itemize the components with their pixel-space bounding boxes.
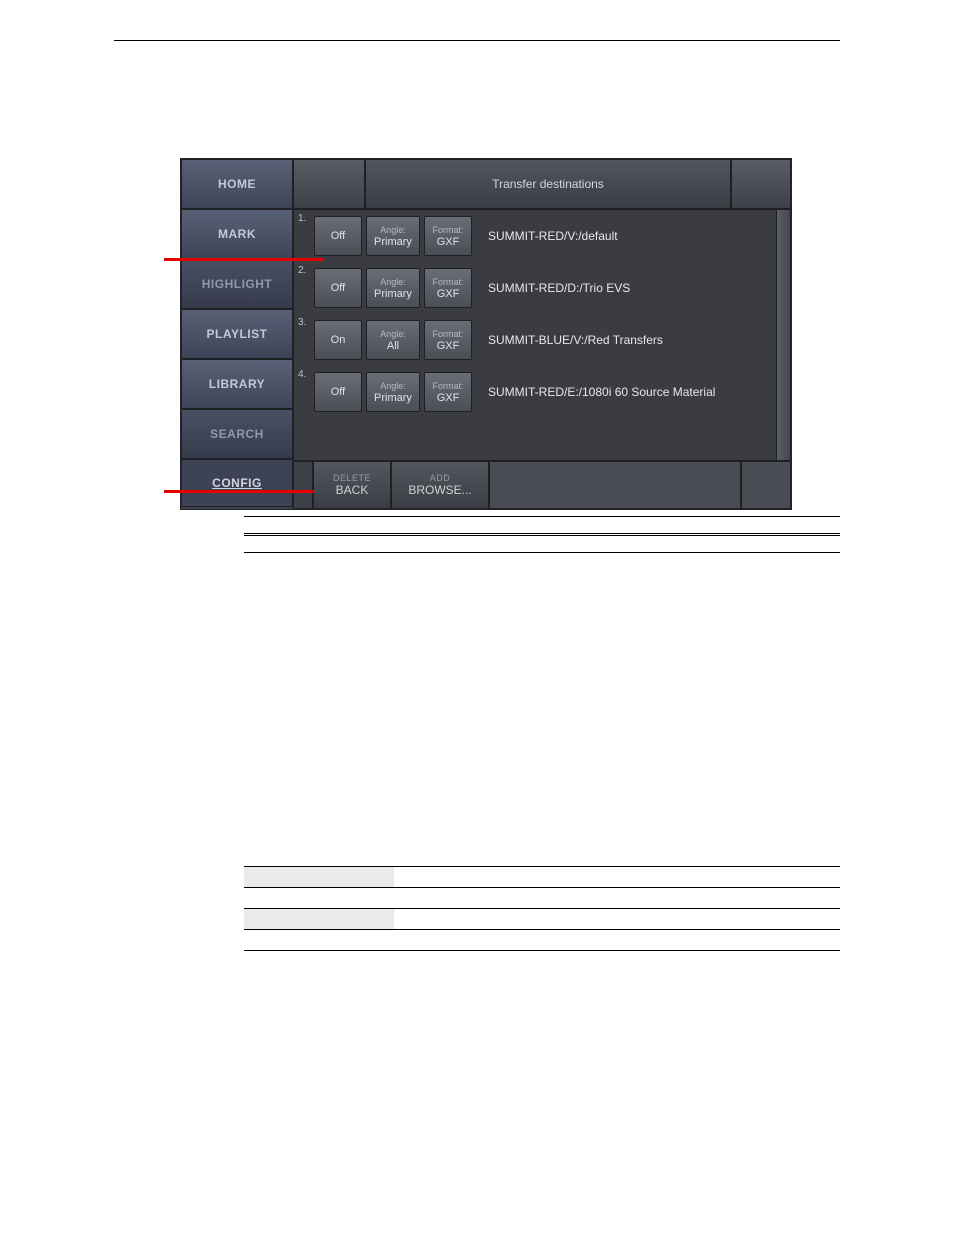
app-window: HOME MARK HIGHLIGHT PLAYLIST LIBRARY SEA… xyxy=(180,158,792,510)
table-row xyxy=(244,909,840,930)
destination-row: 2. Off Angle:Primary Format:GXF SUMMIT-R… xyxy=(294,262,790,314)
sidebar-item-mark[interactable]: MARK xyxy=(181,209,293,259)
format-select[interactable]: Format:GXF xyxy=(424,320,472,360)
footer: DELETE BACK ADD BROWSE... xyxy=(293,461,791,509)
table-header xyxy=(394,517,840,535)
sidebar-item-playlist[interactable]: PLAYLIST xyxy=(181,309,293,359)
table-row xyxy=(244,930,840,951)
table-cell xyxy=(394,930,840,951)
table-cell xyxy=(394,553,840,867)
table-header xyxy=(394,535,840,553)
annotation-line xyxy=(164,490,314,493)
angle-select[interactable]: Angle:Primary xyxy=(366,268,420,308)
row-number: 2. xyxy=(294,262,312,314)
angle-label: Angle: xyxy=(380,225,406,235)
table-header-row-2 xyxy=(244,535,840,553)
scrollbar[interactable] xyxy=(776,210,790,460)
toggle-onoff[interactable]: Off xyxy=(314,268,362,308)
sidebar-item-config[interactable]: CONFIG xyxy=(181,459,293,507)
delete-label-big: BACK xyxy=(336,483,369,497)
toggle-onoff[interactable]: Off xyxy=(314,372,362,412)
table-cell xyxy=(244,930,394,951)
onoff-value: Off xyxy=(331,282,345,294)
format-select[interactable]: Format:GXF xyxy=(424,372,472,412)
destination-path: SUMMIT-RED/D:/Trio EVS xyxy=(474,262,790,314)
table-cell xyxy=(394,867,840,888)
footer-spacer xyxy=(293,461,313,509)
doc-table xyxy=(244,516,840,951)
destination-row: 3. On Angle:All Format:GXF SUMMIT-BLUE/V… xyxy=(294,314,790,366)
format-select[interactable]: Format:GXF xyxy=(424,216,472,256)
table-row xyxy=(244,553,840,867)
angle-value: All xyxy=(387,340,399,352)
angle-label: Angle: xyxy=(380,277,406,287)
onoff-value: Off xyxy=(331,230,345,242)
sidebar-item-library[interactable]: LIBRARY xyxy=(181,359,293,409)
format-select[interactable]: Format:GXF xyxy=(424,268,472,308)
delete-back-button[interactable]: DELETE BACK xyxy=(313,461,391,509)
toggle-onoff[interactable]: Off xyxy=(314,216,362,256)
format-value: GXF xyxy=(437,236,460,248)
table-cell xyxy=(244,888,394,909)
table-row xyxy=(244,888,840,909)
format-label: Format: xyxy=(432,277,463,287)
titlebar-spacer-right xyxy=(731,159,791,209)
angle-select[interactable]: Angle:Primary xyxy=(366,216,420,256)
angle-label: Angle: xyxy=(380,381,406,391)
add-label-small: ADD xyxy=(430,473,451,483)
angle-value: Primary xyxy=(374,392,412,404)
destination-row: 4. Off Angle:Primary Format:GXF SUMMIT-R… xyxy=(294,366,790,418)
angle-label: Angle: xyxy=(380,329,406,339)
page-title: Transfer destinations xyxy=(365,159,731,209)
add-browse-button[interactable]: ADD BROWSE... xyxy=(391,461,489,509)
format-label: Format: xyxy=(432,381,463,391)
format-value: GXF xyxy=(437,340,460,352)
destination-row: 1. Off Angle:Primary Format:GXF SUMMIT-R… xyxy=(294,210,790,262)
footer-end xyxy=(741,461,791,509)
table-cell xyxy=(394,888,840,909)
angle-select[interactable]: Angle:Primary xyxy=(366,372,420,412)
angle-value: Primary xyxy=(374,288,412,300)
table-row xyxy=(244,867,840,888)
onoff-value: Off xyxy=(331,386,345,398)
sidebar-item-search[interactable]: SEARCH xyxy=(181,409,293,459)
table-cell xyxy=(244,867,394,888)
row-number: 1. xyxy=(294,210,312,262)
footer-rest xyxy=(489,461,741,509)
table-cell xyxy=(394,909,840,930)
sidebar-item-highlight[interactable]: HIGHLIGHT xyxy=(181,259,293,309)
add-label-big: BROWSE... xyxy=(408,483,471,497)
format-label: Format: xyxy=(432,225,463,235)
sidebar-item-home[interactable]: HOME xyxy=(181,159,293,209)
destination-path: SUMMIT-BLUE/V:/Red Transfers xyxy=(474,314,790,366)
table-cell xyxy=(244,553,394,867)
table-header xyxy=(244,517,394,535)
annotation-line xyxy=(164,258,324,261)
row-number: 4. xyxy=(294,366,312,418)
sidebar: HOME MARK HIGHLIGHT PLAYLIST LIBRARY SEA… xyxy=(181,159,293,509)
table-cell xyxy=(244,909,394,930)
destination-list: 1. Off Angle:Primary Format:GXF SUMMIT-R… xyxy=(293,209,791,461)
angle-select[interactable]: Angle:All xyxy=(366,320,420,360)
angle-value: Primary xyxy=(374,236,412,248)
format-label: Format: xyxy=(432,329,463,339)
destination-path: SUMMIT-RED/E:/1080i 60 Source Material xyxy=(474,366,790,418)
destination-path: SUMMIT-RED/V:/default xyxy=(474,210,790,262)
toggle-onoff[interactable]: On xyxy=(314,320,362,360)
onoff-value: On xyxy=(331,334,346,346)
table-header-row xyxy=(244,517,840,535)
delete-label-small: DELETE xyxy=(333,473,371,483)
row-number: 3. xyxy=(294,314,312,366)
table-header xyxy=(244,535,394,553)
main-panel: Transfer destinations 1. Off Angle:Prima… xyxy=(293,159,791,509)
titlebar: Transfer destinations xyxy=(293,159,791,209)
format-value: GXF xyxy=(437,288,460,300)
format-value: GXF xyxy=(437,392,460,404)
titlebar-spacer-left xyxy=(293,159,365,209)
